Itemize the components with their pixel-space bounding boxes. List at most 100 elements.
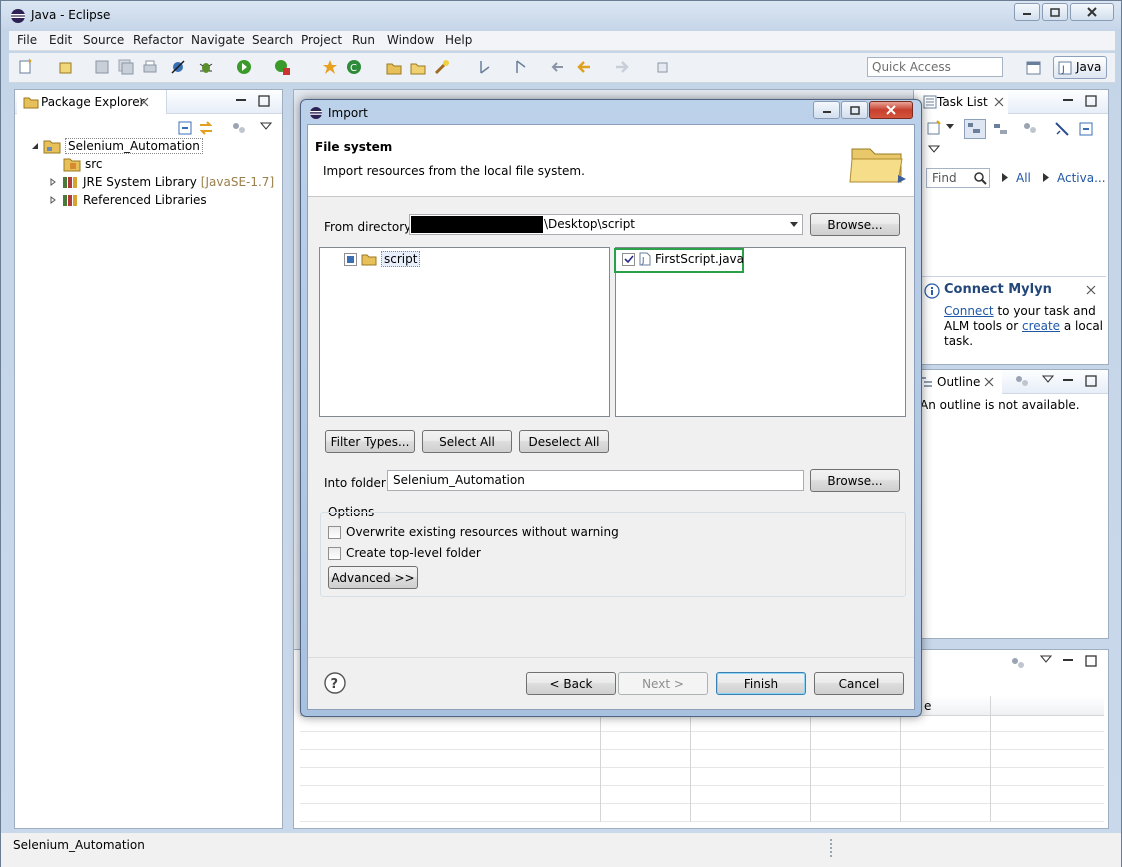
create-link[interactable]: create: [1022, 319, 1060, 333]
browse-directory-button[interactable]: Browse...: [810, 213, 900, 236]
top-level-option[interactable]: Create top-level folder: [328, 546, 481, 560]
tab-package-explorer[interactable]: Package Explorer: [17, 90, 167, 114]
menu-run[interactable]: Run: [352, 33, 375, 47]
all-link[interactable]: All: [1016, 171, 1031, 185]
close-tab-icon[interactable]: [139, 97, 149, 107]
help-icon[interactable]: ?: [324, 672, 346, 694]
skip-breakpoints-icon[interactable]: [169, 58, 187, 76]
window-title-bar[interactable]: Java - Eclipse: [1, 1, 1121, 31]
menu-project[interactable]: Project: [301, 33, 342, 47]
tree-item-src[interactable]: src: [63, 156, 103, 172]
tree-item-libraries[interactable]: Referenced Libraries: [49, 192, 207, 208]
tree-item-jre[interactable]: JRE System Library [JavaSE-1.7]: [49, 174, 274, 190]
file-list-item[interactable]: J FirstScript.java: [622, 252, 744, 266]
close-mylyn-icon[interactable]: [1086, 285, 1096, 295]
hide-completed-icon[interactable]: [1054, 121, 1070, 137]
maximize-view-icon[interactable]: [1085, 95, 1097, 107]
menu-help[interactable]: Help: [445, 33, 472, 47]
menu-file[interactable]: File: [17, 33, 37, 47]
save-all-icon[interactable]: [117, 58, 135, 76]
link-editor-icon[interactable]: [198, 120, 214, 136]
overwrite-option[interactable]: Overwrite existing resources without war…: [328, 525, 619, 539]
minimize-button[interactable]: [1014, 3, 1040, 21]
top-level-checkbox[interactable]: [328, 546, 341, 560]
dialog-close-button[interactable]: [869, 101, 913, 119]
find-task-input[interactable]: Find: [926, 168, 990, 188]
outline-extra-icon[interactable]: [1014, 374, 1030, 388]
file-checkbox[interactable]: [622, 252, 635, 266]
minimize-view-icon[interactable]: [1062, 95, 1074, 105]
finish-button[interactable]: Finish: [716, 672, 806, 695]
open-folder-icon[interactable]: [409, 58, 427, 76]
dialog-maximize-button[interactable]: [841, 101, 868, 119]
view-menu-icon[interactable]: [1042, 375, 1054, 383]
scheduled-icon[interactable]: [992, 121, 1008, 137]
menu-search[interactable]: Search: [252, 33, 293, 47]
search-tool-icon[interactable]: [433, 58, 451, 76]
filter-types-button[interactable]: Filter Types...: [325, 430, 415, 453]
coverage-icon[interactable]: [273, 58, 291, 76]
menu-edit[interactable]: Edit: [49, 33, 72, 47]
new-icon[interactable]: [17, 58, 35, 76]
new-class-icon[interactable]: C: [345, 58, 363, 76]
menu-window[interactable]: Window: [387, 33, 434, 47]
minimize-view-icon[interactable]: [1062, 375, 1074, 385]
new-java-project-icon[interactable]: [321, 58, 339, 76]
prev-annotation-icon[interactable]: [513, 58, 531, 76]
run-icon[interactable]: [235, 58, 253, 76]
print-icon[interactable]: [141, 58, 159, 76]
dropdown-arrow-icon[interactable]: [946, 124, 954, 130]
open-type-icon[interactable]: [385, 58, 403, 76]
dialog-minimize-button[interactable]: [813, 101, 840, 119]
view-menu-extra-icon[interactable]: [231, 121, 247, 135]
menu-navigate[interactable]: Navigate: [191, 33, 245, 47]
close-tab-icon[interactable]: [994, 97, 1004, 107]
forward-history-icon[interactable]: [613, 58, 631, 76]
close-tab-icon[interactable]: [984, 377, 994, 387]
from-directory-combo[interactable]: \Desktop\script: [409, 214, 803, 235]
java-perspective-button[interactable]: J Java: [1053, 56, 1107, 79]
tab-outline[interactable]: Outline: [918, 370, 1002, 394]
collapse-all-icon[interactable]: [1078, 121, 1094, 137]
connect-link[interactable]: Connect: [944, 304, 994, 318]
deselect-all-button[interactable]: Deselect All: [519, 430, 609, 453]
quick-access-input[interactable]: Quick Access: [867, 57, 1003, 77]
folder-tree-item[interactable]: script: [344, 251, 421, 267]
next-annotation-icon[interactable]: [477, 58, 495, 76]
back-history-icon[interactable]: [575, 58, 593, 76]
minimize-view-icon[interactable]: [1062, 655, 1074, 665]
maximize-view-icon[interactable]: [1085, 655, 1097, 667]
select-all-button[interactable]: Select All: [422, 430, 512, 453]
browse-folder-button[interactable]: Browse...: [810, 469, 900, 492]
maximize-view-icon[interactable]: [258, 95, 270, 107]
synchronize-icon[interactable]: [1022, 121, 1038, 135]
maximize-button[interactable]: [1042, 3, 1068, 21]
advanced-button[interactable]: Advanced >>: [328, 566, 418, 589]
new-task-icon[interactable]: [926, 120, 942, 136]
tab-task-list[interactable]: Task List: [918, 90, 1008, 114]
debug-icon[interactable]: [197, 58, 215, 76]
maximize-view-icon[interactable]: [1085, 375, 1097, 387]
cancel-button[interactable]: Cancel: [814, 672, 904, 695]
new-package-icon[interactable]: [57, 58, 75, 76]
save-icon[interactable]: [93, 58, 111, 76]
menu-refactor[interactable]: Refactor: [133, 33, 183, 47]
back-button[interactable]: < Back: [526, 672, 616, 695]
back-nav-icon[interactable]: [549, 58, 567, 76]
view-menu-icon[interactable]: [1040, 655, 1052, 663]
categorized-toggle[interactable]: [964, 119, 986, 139]
activate-link[interactable]: Activa...: [1057, 171, 1106, 185]
tree-item-project[interactable]: Selenium_Automation: [31, 138, 203, 154]
overwrite-checkbox[interactable]: [328, 525, 341, 539]
next-button[interactable]: Next >: [618, 672, 708, 695]
view-menu-icon[interactable]: [928, 145, 940, 153]
pin-editor-icon[interactable]: [653, 58, 671, 76]
open-perspective-icon[interactable]: [1025, 59, 1043, 77]
bottom-view-extra-icon[interactable]: [1010, 656, 1026, 670]
into-folder-input[interactable]: Selenium_Automation: [387, 470, 804, 491]
collapse-all-icon[interactable]: [177, 120, 193, 136]
minimize-view-icon[interactable]: [235, 95, 247, 105]
close-window-button[interactable]: [1070, 3, 1114, 21]
menu-source[interactable]: Source: [83, 33, 124, 47]
folder-checkbox[interactable]: [344, 252, 357, 266]
